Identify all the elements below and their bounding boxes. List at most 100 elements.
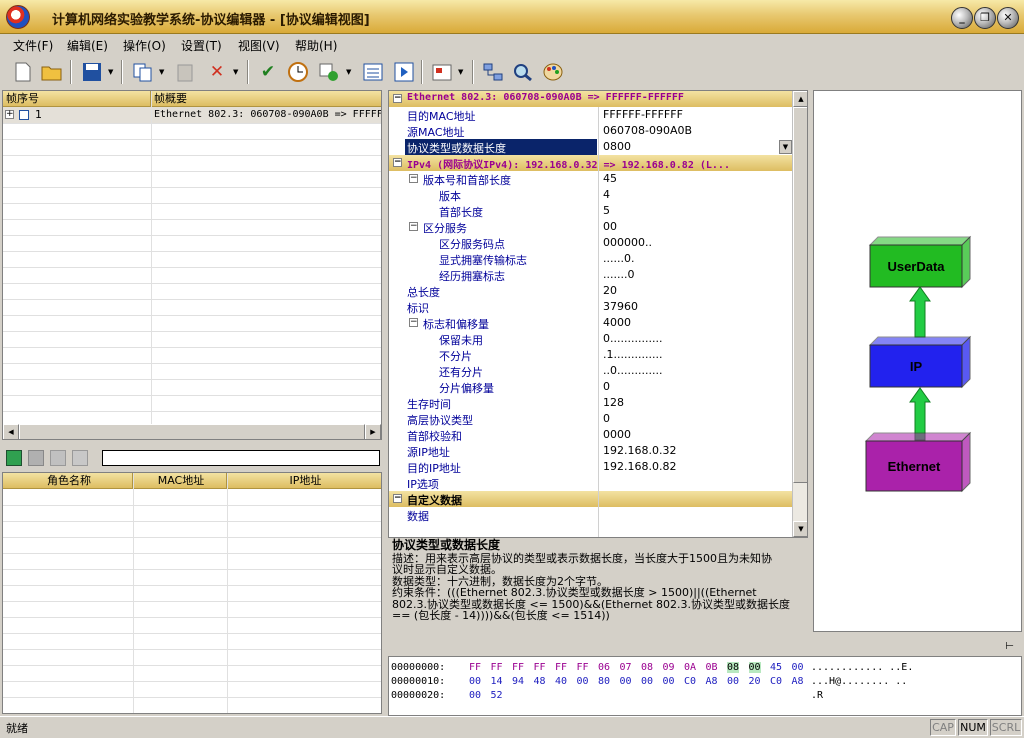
pin-icon[interactable]: ⊢ xyxy=(1005,641,1014,652)
property-row[interactable]: 生存时间 128 xyxy=(389,395,793,411)
horizontal-scrollbar[interactable]: ◀ ▶ xyxy=(3,424,381,439)
ethernet-group[interactable]: − Ethernet 802.3: 060708-090A0B => FFFFF… xyxy=(389,91,793,107)
network-icon[interactable] xyxy=(480,59,506,85)
property-row[interactable]: 总长度 20 xyxy=(389,283,793,299)
hex-byte: 00 xyxy=(576,676,589,687)
properties-icon[interactable] xyxy=(429,59,455,85)
dropdown-arrow-icon[interactable]: ▼ xyxy=(779,140,792,154)
col-frame-summary[interactable]: 帧概要 xyxy=(151,91,381,107)
checkbox[interactable] xyxy=(19,110,29,120)
property-row[interactable]: − 版本号和首部长度 45 xyxy=(389,171,793,187)
menu-settings[interactable]: 设置(T) xyxy=(181,37,222,54)
property-name: 经历拥塞标志 xyxy=(439,270,505,283)
layer-ethernet[interactable]: Ethernet xyxy=(864,431,972,493)
collapse-icon[interactable]: − xyxy=(409,222,418,231)
menu-operate[interactable]: 操作(O) xyxy=(123,37,166,54)
edit-role-icon[interactable] xyxy=(28,450,44,466)
property-row[interactable]: 高层协议类型 0 xyxy=(389,411,793,427)
menu-edit[interactable]: 编辑(E) xyxy=(67,37,108,54)
property-row[interactable]: 保留未用 0............... xyxy=(389,331,793,347)
property-row[interactable]: ▼ 协议类型或数据长度 0800 xyxy=(389,139,793,155)
add-role-icon[interactable] xyxy=(6,450,22,466)
property-row[interactable]: 不分片 .1.............. xyxy=(389,347,793,363)
remove-role-icon[interactable] xyxy=(50,450,66,466)
collapse-icon[interactable]: − xyxy=(409,174,418,183)
expand-icon[interactable]: + xyxy=(5,110,14,119)
property-row[interactable]: 数据 xyxy=(389,507,793,523)
hex-byte: C0 xyxy=(684,676,697,687)
property-row[interactable]: 标识 37960 xyxy=(389,299,793,315)
frame-list-panel: 帧序号 帧概要 + 1 Ethernet 802.3: 060708-090A0… xyxy=(2,90,382,440)
property-row[interactable]: 首部长度 5 xyxy=(389,203,793,219)
collapse-icon[interactable]: − xyxy=(409,318,418,327)
list-icon[interactable] xyxy=(360,59,386,85)
up-arrow-icon xyxy=(909,286,931,338)
save-icon[interactable] xyxy=(79,59,105,85)
collapse-icon[interactable]: − xyxy=(393,94,402,103)
property-row[interactable]: 版本 4 xyxy=(389,187,793,203)
hex-byte: A8 xyxy=(791,676,804,687)
restore-button[interactable]: ❐ xyxy=(974,7,996,29)
property-row[interactable]: 分片偏移量 0 xyxy=(389,379,793,395)
property-name: 生存时间 xyxy=(407,398,451,411)
property-row[interactable]: 经历拥塞标志 .......0 xyxy=(389,267,793,283)
property-row[interactable]: 目的MAC地址 FFFFFF-FFFFFF xyxy=(389,107,793,123)
table-row[interactable]: + 1 Ethernet 802.3: 060708-090A0B => FFF… xyxy=(3,107,381,123)
hex-byte: 00 xyxy=(791,662,804,673)
col-ip[interactable]: IP地址 xyxy=(227,473,381,489)
hex-byte: 0B xyxy=(705,662,718,673)
property-name: 版本 xyxy=(439,190,461,203)
col-frame-no[interactable]: 帧序号 xyxy=(3,91,151,107)
delete-icon[interactable]: ✕ xyxy=(204,59,230,85)
menu-help[interactable]: 帮助(H) xyxy=(295,37,337,54)
property-row[interactable]: 显式拥塞传输标志 ......0. xyxy=(389,251,793,267)
app-icon[interactable] xyxy=(6,5,30,29)
property-row[interactable]: 源IP地址 192.168.0.32 xyxy=(389,443,793,459)
hex-byte: 07 xyxy=(619,662,632,673)
layer-userdata[interactable]: UserData xyxy=(868,235,972,289)
property-name: 还有分片 xyxy=(439,366,483,379)
property-name: 源MAC地址 xyxy=(407,126,465,139)
hex-byte: 00 xyxy=(469,676,482,687)
palette-icon[interactable] xyxy=(540,59,566,85)
menu-view[interactable]: 视图(V) xyxy=(238,37,280,54)
copy-icon[interactable] xyxy=(130,59,156,85)
property-row[interactable]: − 标志和偏移量 4000 xyxy=(389,315,793,331)
col-role-name[interactable]: 角色名称 xyxy=(3,473,133,489)
play-icon[interactable] xyxy=(391,59,417,85)
property-row[interactable]: 还有分片 ..0............. xyxy=(389,363,793,379)
col-mac[interactable]: MAC地址 xyxy=(133,473,227,489)
property-row[interactable]: 区分服务码点 000000.. xyxy=(389,235,793,251)
minimize-button[interactable]: _ xyxy=(951,7,973,29)
collapse-icon[interactable]: − xyxy=(393,494,402,503)
property-row[interactable]: 目的IP地址 192.168.0.82 xyxy=(389,459,793,475)
custom-data-group[interactable]: − 自定义数据 xyxy=(389,491,793,507)
ipv4-group[interactable]: − IPv4 (网际协议IPv4): 192.168.0.32 => 192.1… xyxy=(389,155,793,171)
clock-icon[interactable] xyxy=(285,59,311,85)
property-row[interactable]: 首部校验和 0000 xyxy=(389,427,793,443)
new-file-icon[interactable] xyxy=(10,59,36,85)
close-button[interactable]: ✕ xyxy=(997,7,1019,29)
property-name: 数据 xyxy=(407,510,429,523)
open-folder-icon[interactable] xyxy=(39,59,65,85)
property-row[interactable]: IP选项 xyxy=(389,475,793,491)
property-value: .......0 xyxy=(603,268,635,281)
layer-ip[interactable]: IP xyxy=(868,335,972,389)
property-row[interactable]: 源MAC地址 060708-090A0B xyxy=(389,123,793,139)
property-name: 分片偏移量 xyxy=(439,382,494,395)
hex-byte: 52 xyxy=(490,690,503,701)
property-row[interactable]: − 区分服务 00 xyxy=(389,219,793,235)
menu-file[interactable]: 文件(F) xyxy=(13,37,53,54)
send-icon[interactable] xyxy=(316,59,342,85)
property-value: 192.168.0.82 xyxy=(603,460,677,473)
vertical-scrollbar[interactable]: ▲ ▼ xyxy=(792,91,807,537)
refresh-role-icon[interactable] xyxy=(72,450,88,466)
hex-byte: FF xyxy=(576,662,589,673)
paste-icon[interactable] xyxy=(172,59,198,85)
scroll-indicator: SCRL xyxy=(990,719,1022,736)
role-search-input[interactable] xyxy=(102,450,380,466)
search-icon[interactable] xyxy=(510,59,536,85)
collapse-icon[interactable]: − xyxy=(393,158,402,167)
hex-view[interactable]: 00000000: FF FF FF FF FF FF 06 07 08 09 0A 0B 08 00 45 0… xyxy=(388,656,1022,716)
check-icon[interactable]: ✔ xyxy=(255,59,281,85)
